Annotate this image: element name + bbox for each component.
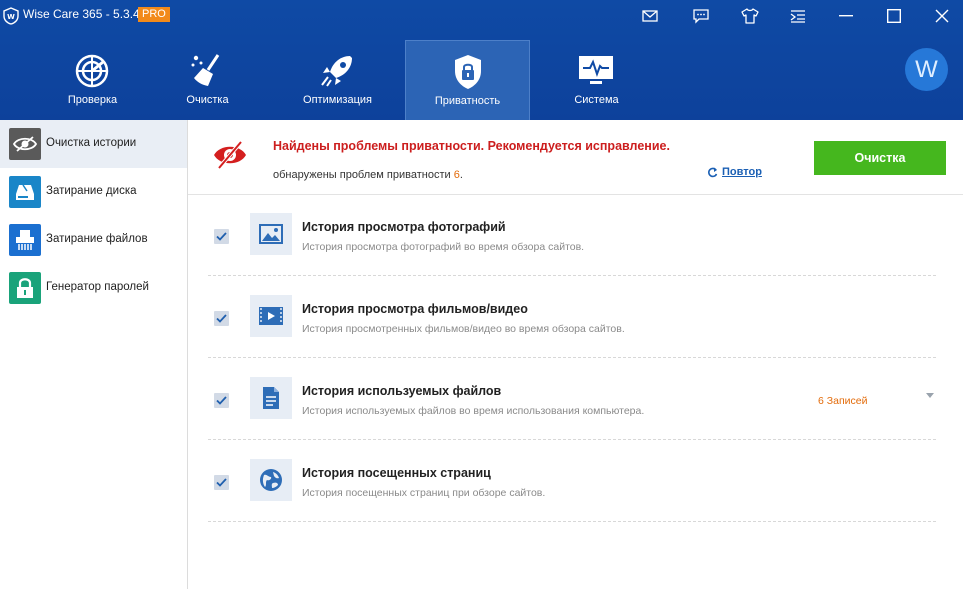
- document-icon: [250, 377, 292, 419]
- skin-shirt-icon[interactable]: [740, 6, 760, 26]
- main-content: Найдены проблемы приватности. Рекомендуе…: [188, 120, 963, 589]
- nav-optimize[interactable]: Оптимизация: [275, 40, 400, 120]
- sidebar-item-disk-wipe[interactable]: Затирание диска: [0, 168, 187, 216]
- video-icon: [250, 295, 292, 337]
- refresh-icon: [708, 167, 718, 177]
- alert-title: Найдены проблемы приватности. Рекомендуе…: [273, 139, 670, 153]
- sidebar-item-label: Затирание файлов: [46, 233, 148, 245]
- sidebar-item-password-gen[interactable]: Генератор паролей: [0, 264, 187, 312]
- svg-text:W: W: [7, 13, 15, 21]
- shredder-icon: [9, 224, 41, 256]
- list-item: История просмотра фотографий История про…: [208, 194, 936, 276]
- privacy-lock-icon: [455, 55, 481, 89]
- item-checkbox[interactable]: [214, 393, 229, 408]
- clean-button[interactable]: Очистка: [814, 141, 946, 175]
- user-avatar[interactable]: W: [905, 48, 948, 91]
- sidebar-item-history-clean[interactable]: Очистка истории: [0, 120, 187, 168]
- list-item: История просмотра фильмов/видео История …: [208, 276, 936, 358]
- radar-icon: [75, 54, 109, 88]
- eye-icon: [9, 128, 41, 160]
- rocket-icon: [321, 56, 352, 87]
- feedback-icon[interactable]: [691, 6, 711, 26]
- item-description: История просмотренных фильмов/видео во в…: [302, 323, 625, 335]
- disk-icon: [9, 176, 41, 208]
- nav-cleanup[interactable]: Очистка: [145, 40, 270, 120]
- item-checkbox[interactable]: [214, 229, 229, 244]
- item-checkbox[interactable]: [214, 475, 229, 490]
- image-icon: [250, 213, 292, 255]
- lock-icon: [9, 272, 41, 304]
- monitor-icon: [579, 56, 613, 84]
- menu-list-icon[interactable]: [788, 6, 808, 26]
- nav-label: Система: [574, 94, 619, 106]
- nav-privacy[interactable]: Приватность: [405, 40, 530, 120]
- alert-sub-suffix: .: [459, 169, 463, 181]
- item-title: История просмотра фильмов/видео: [302, 302, 528, 316]
- mail-icon[interactable]: [640, 6, 660, 26]
- item-description: История используемых файлов во время исп…: [302, 405, 645, 417]
- nav-system[interactable]: Система: [534, 40, 659, 120]
- sidebar-item-label: Очистка истории: [46, 137, 137, 149]
- minimize-button[interactable]: [826, 0, 866, 32]
- privacy-warning-eye-icon: [214, 140, 246, 170]
- nav-label: Приватность: [434, 95, 501, 107]
- app-header: W Wise Care 365 - 5.3.4 PRO Проверка Очи…: [0, 0, 963, 120]
- sidebar-item-label: Затирание диска: [46, 185, 137, 197]
- globe-icon: [250, 459, 292, 501]
- rescan-label: Повтор: [722, 166, 762, 178]
- nav-label: Оптимизация: [303, 94, 372, 106]
- app-title: Wise Care 365 - 5.3.4: [23, 7, 140, 21]
- list-item: История посещенных страниц История посещ…: [208, 440, 936, 522]
- app-logo-icon: W: [3, 7, 19, 25]
- nav-label: Проверка: [67, 94, 118, 106]
- close-button[interactable]: [922, 0, 962, 32]
- rescan-link[interactable]: Повтор: [707, 166, 762, 178]
- item-description: История посещенных страниц при обзоре са…: [302, 487, 546, 499]
- sidebar-item-label: Генератор паролей: [46, 281, 149, 293]
- item-description: История просмотра фотографий во время об…: [302, 241, 585, 253]
- item-title: История используемых файлов: [302, 384, 502, 398]
- alert-subtitle: обнаружены проблем приватности 6.: [273, 169, 463, 181]
- broom-icon: [191, 54, 220, 86]
- alert-sub-prefix: обнаружены проблем приватности: [273, 169, 451, 181]
- pro-badge: PRO: [138, 7, 170, 22]
- sidebar: Очистка истории Затирание диска Затирани…: [0, 120, 188, 589]
- records-count[interactable]: 6 Записей: [818, 395, 867, 407]
- nav-check[interactable]: Проверка: [30, 40, 155, 120]
- list-item: История используемых файлов История испо…: [208, 358, 936, 440]
- main-nav: Проверка Очистка Оптимизация Приватность…: [0, 40, 963, 120]
- alert-bar: Найдены проблемы приватности. Рекомендуе…: [188, 120, 963, 195]
- title-bar: W Wise Care 365 - 5.3.4 PRO: [0, 0, 963, 32]
- maximize-button[interactable]: [874, 0, 914, 32]
- chevron-down-icon[interactable]: [926, 393, 934, 398]
- item-title: История просмотра фотографий: [302, 220, 506, 234]
- item-checkbox[interactable]: [214, 311, 229, 326]
- nav-label: Очистка: [186, 94, 229, 106]
- sidebar-item-file-wipe[interactable]: Затирание файлов: [0, 216, 187, 264]
- item-title: История посещенных страниц: [302, 466, 491, 480]
